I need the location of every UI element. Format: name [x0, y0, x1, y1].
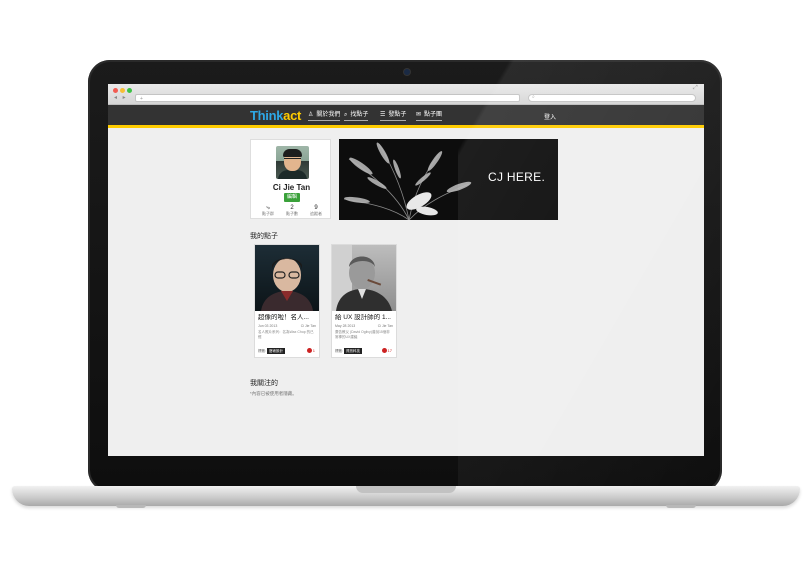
minimize-window-button[interactable]	[120, 88, 125, 93]
like-count: 17	[387, 348, 392, 353]
close-window-button[interactable]	[113, 88, 118, 93]
stat-groups-label: 點子群	[262, 211, 274, 216]
browser-search-input[interactable]: ⌕	[528, 94, 696, 102]
site-navbar: Thinkact ♙ 關於我們 ⌕ 找點子 ☰ 發點子 ✉ 點子團 登入	[108, 105, 704, 128]
like-count: 1	[312, 348, 315, 353]
my-ideas-heading: 我的點子	[250, 233, 278, 240]
back-forward-icon[interactable]: ◂ ▸	[114, 94, 128, 101]
card-tag-label: 標籤:	[335, 349, 343, 353]
nav-find-ideas[interactable]: ⌕ 找點子	[344, 111, 369, 121]
card-date: Jun 03 2013	[258, 324, 278, 328]
heart-icon	[381, 348, 387, 354]
stat-groups[interactable]: ⤷ 點子群	[256, 205, 280, 217]
laptop-foot	[666, 505, 696, 508]
like-button[interactable]: 1	[306, 348, 315, 354]
nav-about[interactable]: ♙ 關於我們	[308, 111, 341, 121]
cover-banner: CJ HERE.	[339, 139, 558, 220]
stat-ideas[interactable]: 2 點子數	[280, 205, 304, 217]
stat-followers-label: 追蹤者	[310, 211, 322, 216]
browser-toolbar: ◂ ▸ + ⌕ ⤢	[108, 84, 704, 105]
laptop-notch	[356, 486, 456, 493]
cover-title: CJ HERE.	[488, 170, 546, 184]
profile-card: Ci Jie Tan 編輯 ⤷ 點子群 2 點子數 9 追蹤者	[250, 139, 331, 219]
heart-icon	[306, 348, 312, 354]
fullscreen-icon[interactable]: ⤢	[693, 85, 698, 92]
card-title[interactable]: 超像的啦！名人...	[258, 314, 318, 322]
laptop-foot	[116, 505, 146, 508]
nav-find-label: 找點子	[350, 112, 369, 118]
screen: ◂ ▸ + ⌕ ⤢ Thinkact ♙ 關於我們 ⌕ 找點子 ☰ 發點子 ✉ 點子團 …	[108, 84, 704, 456]
site-logo[interactable]: Thinkact	[250, 109, 301, 122]
nav-idea-groups[interactable]: ✉ 點子團	[416, 111, 443, 121]
search-icon: ⌕	[532, 94, 535, 100]
following-heading: 我關注的	[250, 380, 278, 387]
card-tag[interactable]: 資訊科技	[344, 348, 362, 354]
card-tag-label: 標籤:	[258, 349, 266, 353]
avatar[interactable]	[276, 146, 309, 179]
card-description: 名人照片系列：名為Wax Chop 的已經	[258, 330, 314, 339]
stat-followers[interactable]: 9 追蹤者	[304, 205, 328, 217]
stat-ideas-label: 點子數	[286, 211, 298, 216]
address-bar[interactable]: +	[135, 94, 520, 102]
card-image	[332, 245, 396, 311]
nav-post-idea[interactable]: ☰ 發點子	[380, 111, 407, 121]
idea-card[interactable]: 超像的啦！名人... Jun 03 2013 Ci Jie Tan 名人照片系列…	[254, 244, 320, 358]
card-author[interactable]: Ci Jie Tan	[301, 324, 316, 328]
card-image	[255, 245, 319, 311]
person-icon: ♙	[308, 112, 314, 118]
logo-act: act	[283, 108, 302, 123]
chat-icon: ✉	[416, 112, 422, 118]
logo-think: Think	[250, 108, 284, 123]
login-link[interactable]: 登入	[544, 112, 556, 121]
idea-card[interactable]: 給 UX 設計師的 1... May 28 2013 Ci Jie Tan 廣告…	[331, 244, 397, 358]
maximize-window-button[interactable]	[127, 88, 132, 93]
card-tag[interactable]: 藝術設計	[267, 348, 285, 354]
edit-profile-button[interactable]: 編輯	[284, 193, 300, 202]
card-author[interactable]: Ci Jie Tan	[378, 324, 393, 328]
search-icon: ⌕	[344, 112, 348, 118]
profile-name: Ci Jie Tan	[272, 183, 311, 192]
card-description: 廣告教父 (David Ogilvy)曾說15個非常棒的UX建議	[335, 330, 390, 339]
nav-groups-label: 點子團	[424, 112, 443, 118]
nav-about-label: 關於我們	[316, 112, 341, 118]
like-button[interactable]: 17	[381, 348, 392, 354]
following-hidden-note: *內容已被使用者隱藏。	[250, 391, 297, 396]
card-title[interactable]: 給 UX 設計師的 1...	[335, 314, 395, 322]
nav-post-label: 發點子	[388, 112, 407, 118]
webcam	[404, 69, 410, 75]
document-icon: ☰	[380, 112, 386, 118]
card-date: May 28 2013	[335, 324, 356, 328]
